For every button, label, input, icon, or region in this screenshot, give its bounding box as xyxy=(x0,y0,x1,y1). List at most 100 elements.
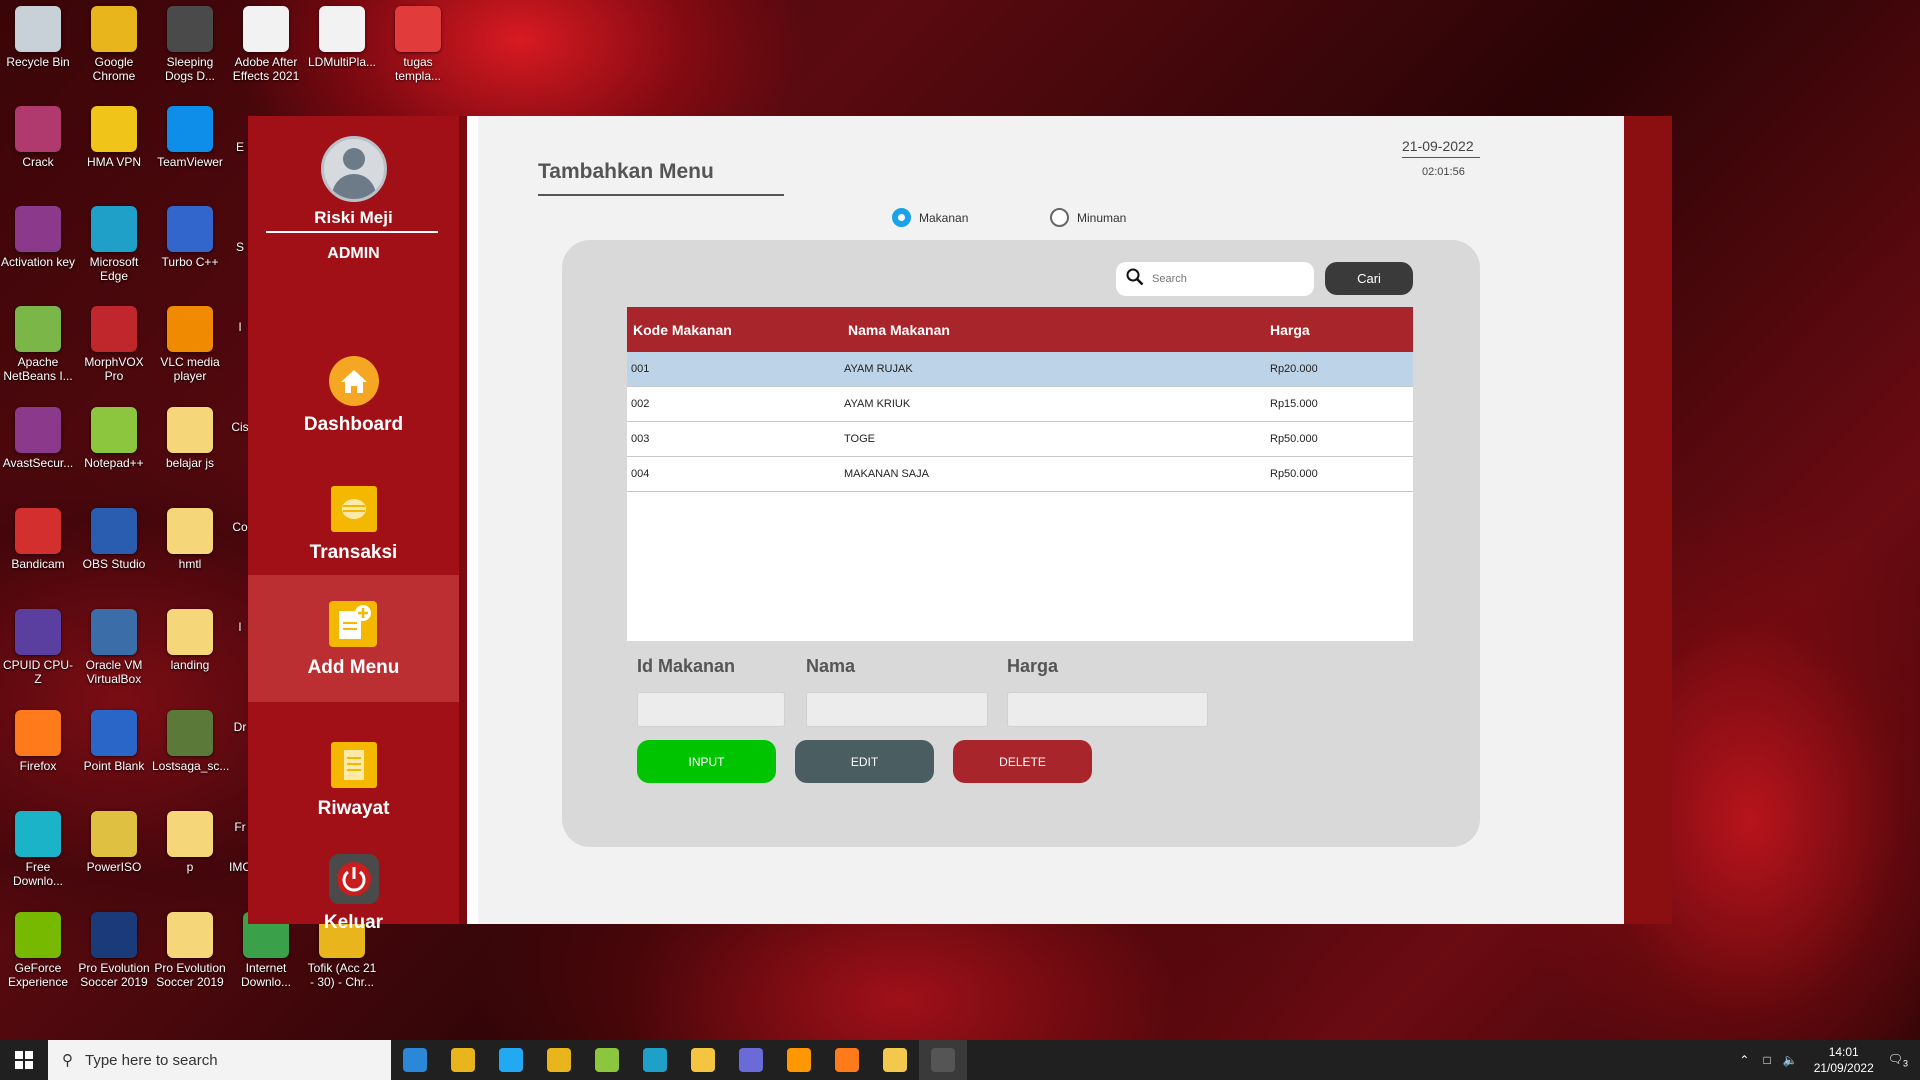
sidebar-item-transaksi[interactable]: Transaksi xyxy=(248,460,459,587)
taskbar-app[interactable] xyxy=(871,1040,919,1080)
nama-input[interactable] xyxy=(806,692,988,727)
taskbar-search[interactable]: ⚲ Type here to search xyxy=(48,1040,391,1080)
sidebar-item-riwayat[interactable]: Riwayat xyxy=(248,716,459,843)
desktop-icon[interactable]: Turbo C++ xyxy=(152,206,228,269)
desktop-icon[interactable]: belajar js xyxy=(152,407,228,470)
desktop-icon[interactable]: Pro Evolution Soccer 2019 xyxy=(152,912,228,989)
desktop-icon[interactable]: Apache NetBeans I... xyxy=(0,306,76,383)
desktop-icon-label: Point Blank xyxy=(83,759,145,773)
desktop-icon[interactable]: Lostsaga_sc... xyxy=(152,710,230,773)
desktop-icon-label: Apache NetBeans I... xyxy=(3,355,73,383)
desktop-icon[interactable]: Adobe After Effects 2021 xyxy=(228,6,304,83)
notification-icon[interactable]: 🗨3 xyxy=(1888,1052,1908,1068)
desktop-icon[interactable]: HMA VPN xyxy=(76,106,152,169)
taskbar-app[interactable] xyxy=(391,1040,439,1080)
search-button[interactable]: Cari xyxy=(1325,262,1413,295)
taskbar-app[interactable] xyxy=(775,1040,823,1080)
start-button[interactable] xyxy=(0,1040,48,1080)
id-makanan-input[interactable] xyxy=(637,692,785,727)
clock[interactable]: 14:01 21/09/2022 xyxy=(1814,1044,1874,1076)
desktop-icon-label: Internet Downlo... xyxy=(240,961,292,989)
cell-harga: Rp20.000 xyxy=(1270,363,1318,375)
harga-input[interactable] xyxy=(1007,692,1208,727)
desktop-icon-label: Crack xyxy=(22,155,54,169)
delete-button[interactable]: DELETE xyxy=(953,740,1092,783)
desktop-app-icon xyxy=(91,306,137,352)
desktop-icon[interactable]: Notepad++ xyxy=(76,407,152,470)
desktop-icon[interactable]: Oracle VM VirtualBox xyxy=(76,609,152,686)
title-underline xyxy=(538,194,784,196)
desktop-icon-label: CPUID CPU-Z xyxy=(2,658,73,686)
desktop-app-icon xyxy=(167,6,213,52)
desktop-app-icon xyxy=(15,912,61,958)
desktop-app-icon xyxy=(15,6,61,52)
table-row[interactable]: 001 AYAM RUJAK Rp20.000 xyxy=(627,352,1413,387)
desktop-icon[interactable]: AvastSecur... xyxy=(0,407,76,470)
avatar xyxy=(321,136,387,202)
menu-panel: Cari Kode Makanan Nama Makanan Harga 001… xyxy=(562,240,1480,847)
desktop-icon-label: LDMultiPla... xyxy=(307,55,377,69)
desktop-app-icon xyxy=(91,106,137,152)
table-row[interactable]: 004 MAKANAN SAJA Rp50.000 xyxy=(627,457,1413,492)
desktop-icon[interactable]: p xyxy=(152,811,228,874)
desktop-app-icon xyxy=(167,912,213,958)
table-row[interactable]: 003 TOGE Rp50.000 xyxy=(627,422,1413,457)
desktop-icon[interactable]: Activation key xyxy=(0,206,76,269)
desktop-icon[interactable]: TeamViewer xyxy=(152,106,228,169)
taskbar-app[interactable] xyxy=(919,1040,967,1080)
desktop-icon[interactable]: landing xyxy=(152,609,228,672)
table-row[interactable]: 002 AYAM KRIUK Rp15.000 xyxy=(627,387,1413,422)
sidebar-item-dashboard[interactable]: Dashboard xyxy=(248,332,459,459)
desktop-icon[interactable]: Free Downlo... xyxy=(0,811,76,888)
taskbar-app[interactable] xyxy=(823,1040,871,1080)
add-menu-icon xyxy=(328,599,379,649)
taskbar-app[interactable] xyxy=(583,1040,631,1080)
column-header-harga[interactable]: Harga xyxy=(1270,322,1413,338)
desktop-icon[interactable]: CPUID CPU-Z xyxy=(0,609,76,686)
desktop-icon[interactable]: Google Chrome xyxy=(76,6,152,83)
taskbar-app[interactable] xyxy=(631,1040,679,1080)
desktop-icon[interactable]: Sleeping Dogs D... xyxy=(152,6,228,83)
desktop-icon-label: HMA VPN xyxy=(86,155,141,169)
desktop-icon[interactable]: LDMultiPla... xyxy=(304,6,380,69)
radio-makanan[interactable]: Makanan xyxy=(892,208,968,227)
taskbar-app[interactable] xyxy=(535,1040,583,1080)
desktop-icon[interactable]: PowerISO xyxy=(76,811,152,874)
desktop-icon[interactable]: Recycle Bin xyxy=(0,6,76,69)
sidebar-item-add-menu[interactable]: Add Menu xyxy=(248,575,459,702)
desktop-icon[interactable]: Crack xyxy=(0,106,76,169)
desktop-icon[interactable]: OBS Studio xyxy=(76,508,152,571)
radio-label: Makanan xyxy=(919,210,969,225)
taskbar-app[interactable] xyxy=(487,1040,535,1080)
taskbar-app[interactable] xyxy=(439,1040,487,1080)
taskbar-apps xyxy=(391,1040,967,1080)
edit-button[interactable]: EDIT xyxy=(795,740,934,783)
desktop-icon[interactable]: Bandicam xyxy=(0,508,76,571)
search-box[interactable] xyxy=(1116,262,1314,296)
desktop-icon[interactable]: MorphVOX Pro xyxy=(76,306,152,383)
desktop-icon[interactable]: Pro Evolution Soccer 2019 xyxy=(76,912,152,989)
desktop-icon[interactable]: Microsoft Edge xyxy=(76,206,152,283)
column-header-kode[interactable]: Kode Makanan xyxy=(627,322,844,338)
search-input[interactable] xyxy=(1152,273,1302,285)
desktop-icon[interactable]: GeForce Experience xyxy=(0,912,76,989)
desktop-icon[interactable]: tugas templa... xyxy=(380,6,456,83)
time-label: 02:01:56 xyxy=(1422,166,1465,178)
desktop-app-icon xyxy=(15,306,61,352)
volume-icon[interactable]: 🔈 xyxy=(1783,1053,1798,1067)
desktop-icon[interactable]: VLC media player xyxy=(152,306,228,383)
sidebar: Riski Meji ADMIN Dashboard Transaksi Add… xyxy=(248,116,459,933)
input-button[interactable]: INPUT xyxy=(637,740,776,783)
desktop-icon-label: Lostsaga_sc... xyxy=(152,759,230,773)
taskbar-app[interactable] xyxy=(727,1040,775,1080)
chevron-up-icon[interactable]: ⌃ xyxy=(1739,1053,1749,1067)
column-header-nama[interactable]: Nama Makanan xyxy=(844,322,1270,338)
desktop-icon[interactable]: Firefox xyxy=(0,710,76,773)
network-icon[interactable]: □ xyxy=(1763,1053,1770,1067)
sidebar-item-keluar[interactable]: Keluar xyxy=(248,830,459,957)
desktop-icon[interactable]: hmtl xyxy=(152,508,228,571)
desktop-icon[interactable]: Point Blank xyxy=(76,710,152,773)
radio-minuman[interactable]: Minuman xyxy=(1050,208,1126,227)
taskbar-app[interactable] xyxy=(679,1040,727,1080)
menu-table: Kode Makanan Nama Makanan Harga 001 AYAM… xyxy=(627,307,1413,641)
